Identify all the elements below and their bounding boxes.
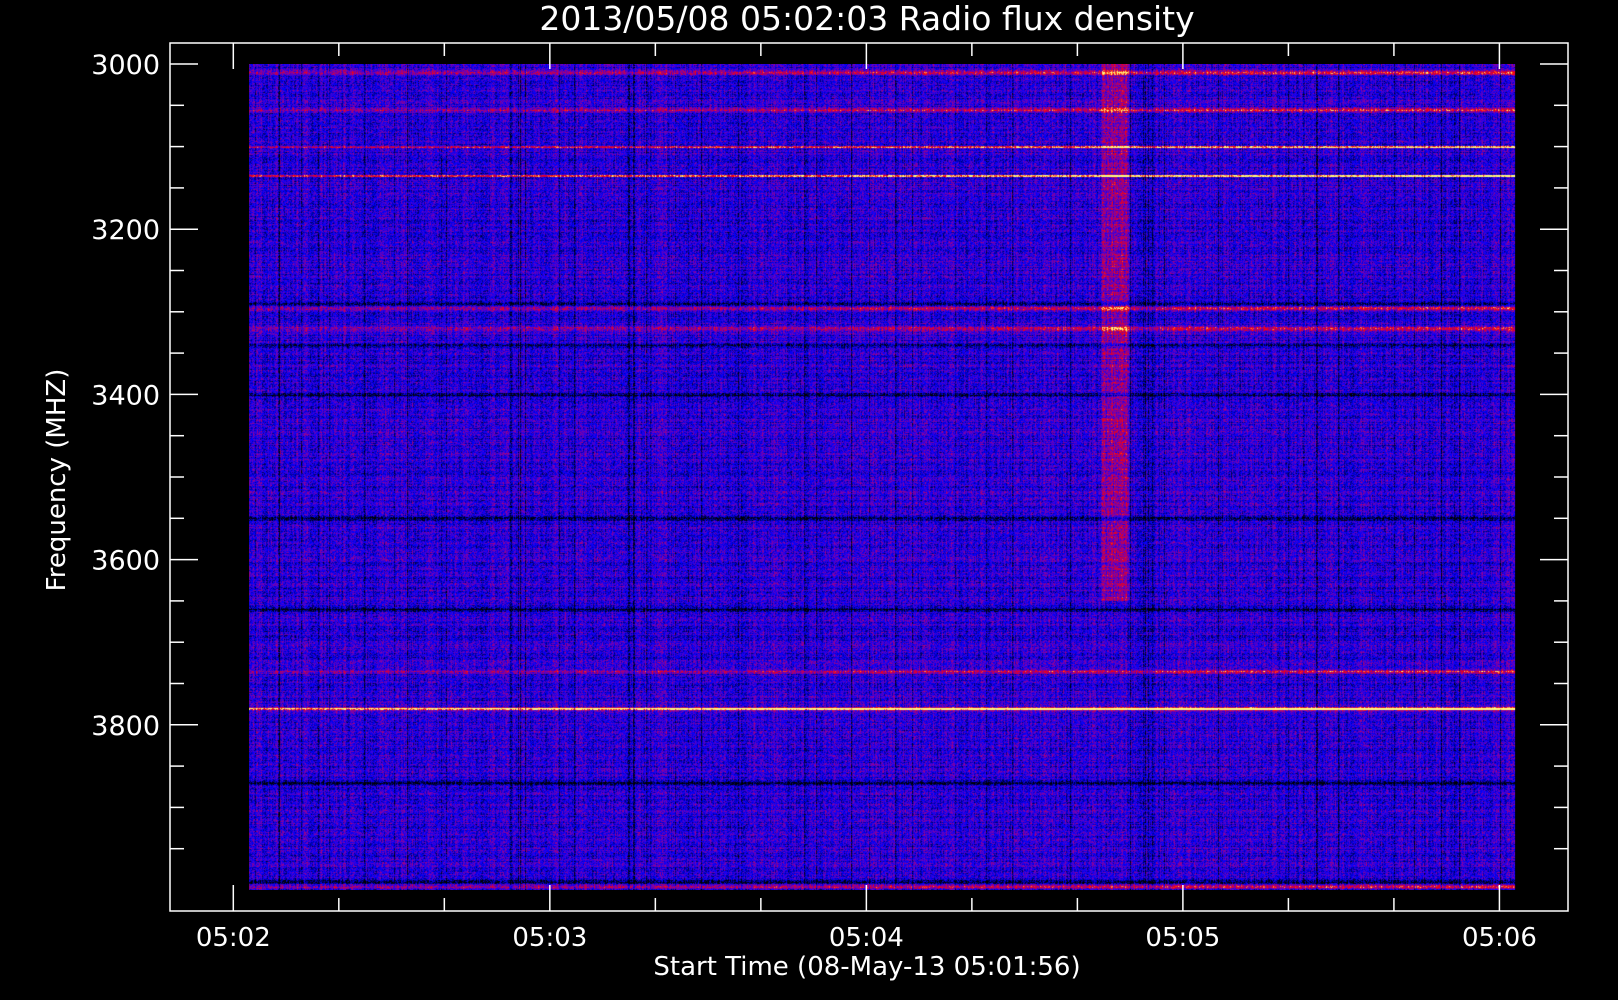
y-tick-label: 3800 — [91, 711, 160, 742]
heatmap-image — [249, 64, 1516, 890]
x-tick-label: 05:02 — [196, 923, 271, 953]
y-tick-label: 3000 — [91, 50, 160, 81]
x-axis-label: Start Time (08-May-13 05:01:56) — [653, 952, 1080, 982]
x-tick-label: 05:04 — [829, 923, 904, 953]
y-tick-label: 3400 — [91, 380, 160, 411]
y-tick-label: 3200 — [91, 215, 160, 246]
y-axis-label: Frequency (MHZ) — [42, 369, 72, 592]
x-tick-label: 05:06 — [1462, 923, 1537, 953]
x-tick-label: 05:03 — [512, 923, 587, 953]
heatmap-raster — [249, 64, 1516, 890]
chart-title: 2013/05/08 05:02:03 Radio flux density — [539, 0, 1194, 38]
spectrogram-chart: 2013/05/08 05:02:03 Radio flux density 0… — [0, 0, 1618, 1000]
y-tick-label: 3600 — [91, 546, 160, 577]
x-tick-label: 05:05 — [1145, 923, 1220, 953]
